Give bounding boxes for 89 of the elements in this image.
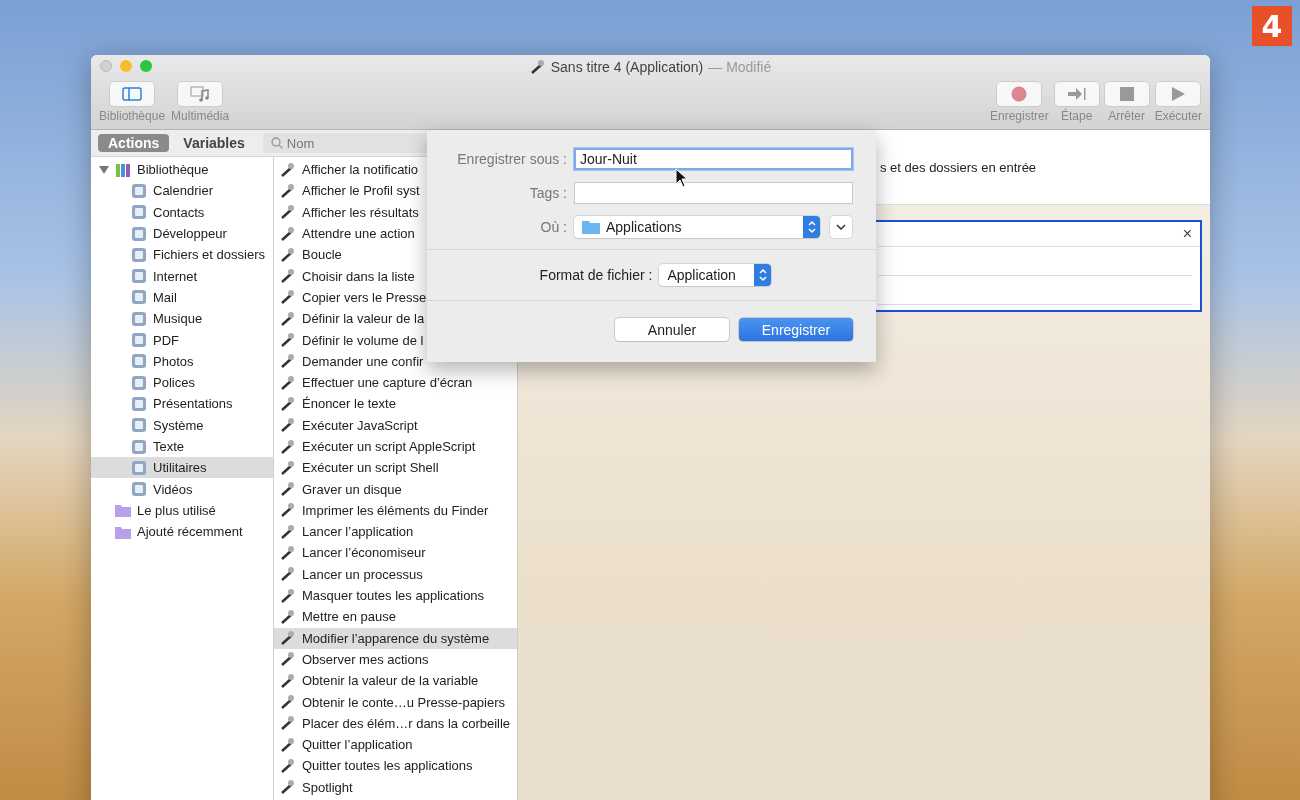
app-icon	[131, 289, 147, 306]
app-icon	[131, 310, 147, 327]
stepper-icon	[803, 216, 820, 238]
name-field[interactable]: Jour-Nuit	[574, 148, 853, 170]
close-icon[interactable]: ×	[1182, 225, 1192, 243]
cancel-button[interactable]: Annuler	[615, 318, 729, 341]
mouse-pointer-icon	[675, 168, 689, 188]
step-badge: 4	[1252, 6, 1292, 46]
field-label: Format de fichier :	[539, 267, 653, 283]
action-item[interactable]: Observer mes actions	[274, 648, 517, 671]
app-icon	[131, 481, 147, 498]
app-icon	[131, 225, 147, 242]
library-item[interactable]: Présentations	[91, 393, 273, 415]
library-item[interactable]: PDF	[91, 329, 273, 351]
window-title: Sans titre 4 (Application)	[550, 59, 704, 75]
library-item[interactable]: Texte	[91, 435, 273, 458]
music-note-icon	[190, 86, 211, 102]
location-popup[interactable]: Applications	[574, 216, 820, 238]
library-item[interactable]: Fichiers et dossiers	[91, 244, 273, 266]
action-item[interactable]: Exécuter un script Shell	[274, 457, 517, 479]
app-icon	[131, 204, 147, 221]
action-item[interactable]: Quitter toutes les applications	[274, 755, 517, 777]
expand-button[interactable]	[830, 216, 852, 238]
library-item[interactable]: Bibliothèque	[91, 159, 273, 181]
action-item[interactable]: Mettre en pause	[274, 606, 517, 628]
app-icon	[131, 459, 147, 476]
action-item[interactable]: Lancer l’économiseur	[274, 542, 517, 564]
stop-icon	[1118, 86, 1135, 102]
sidebar-icon	[122, 87, 143, 101]
field-label: Tags :	[528, 185, 567, 201]
library-item[interactable]: Photos	[91, 350, 273, 372]
library-item[interactable]: Calendrier	[91, 180, 273, 202]
library-item[interactable]: Polices	[91, 371, 273, 394]
action-item[interactable]: Lancer un processus	[274, 563, 517, 585]
action-item[interactable]: Lancer l’application	[274, 521, 517, 543]
library-item[interactable]: Ajouté récemment	[91, 521, 273, 543]
library-item[interactable]: Internet	[91, 265, 273, 287]
search-icon	[270, 137, 283, 149]
modified-label: — Modifié	[708, 59, 772, 75]
app-icon	[131, 268, 147, 285]
library-item[interactable]: Utilitaires	[91, 457, 273, 479]
action-item[interactable]: Effectuer une capture d’écran	[274, 371, 517, 394]
format-popup[interactable]: Application	[659, 264, 772, 286]
library-item[interactable]: Vidéos	[91, 478, 273, 500]
action-item[interactable]: Masquer toutes les applications	[274, 584, 517, 607]
minimize-button[interactable]	[120, 60, 132, 72]
library-item[interactable]: Mail	[91, 286, 273, 309]
folder-icon	[115, 524, 131, 539]
field-label: Enregistrer sous :	[456, 151, 567, 167]
action-item[interactable]: Imprimer les éléments du Finder	[274, 499, 517, 522]
app-icon	[131, 353, 147, 370]
app-icon	[131, 332, 147, 348]
zoom-button[interactable]	[140, 60, 152, 72]
field-label: Où :	[539, 219, 567, 235]
app-icon	[131, 246, 147, 263]
books-icon	[115, 161, 131, 178]
library-item[interactable]: Musique	[91, 308, 273, 330]
action-item[interactable]: Obtenir le conte…u Presse-papiers	[274, 691, 517, 713]
record-icon	[1011, 86, 1028, 102]
chevron-down-icon	[836, 224, 846, 230]
app-icon	[131, 182, 147, 199]
action-item[interactable]: Spotlight	[274, 776, 517, 798]
disclosure-triangle-icon[interactable]	[99, 164, 109, 175]
save-button[interactable]: Enregistrer	[739, 318, 853, 341]
input-description: s et des dossiers en entrée	[880, 159, 1037, 175]
app-icon	[131, 417, 147, 434]
folder-icon	[115, 503, 131, 518]
action-item[interactable]: Obtenir la valeur de la variable	[274, 670, 517, 692]
action-item[interactable]: Graver un disque	[274, 478, 517, 500]
library-item[interactable]: Le plus utilisé	[91, 499, 273, 522]
close-button[interactable]	[100, 60, 112, 72]
action-item[interactable]: Modifier l’apparence du système	[274, 627, 517, 649]
app-icon	[131, 395, 147, 412]
library-item[interactable]: Développeur	[91, 222, 273, 245]
stepper-icon	[754, 264, 772, 286]
tags-field[interactable]	[574, 182, 853, 204]
library-item[interactable]: Système	[91, 414, 273, 436]
action-item[interactable]: Exécuter un script AppleScript	[274, 435, 517, 458]
folder-icon	[582, 220, 600, 234]
action-item[interactable]: Placer des élém…r dans la corbeille	[274, 712, 517, 734]
action-item[interactable]: Énoncer le texte	[274, 393, 517, 415]
step-arrow-icon	[1066, 87, 1087, 101]
app-icon	[131, 374, 147, 391]
action-item[interactable]: Exécuter JavaScript	[274, 414, 517, 436]
segment-tab[interactable]: Variables	[173, 134, 255, 152]
library-item[interactable]: Contacts	[91, 201, 273, 223]
action-item[interactable]: Quitter l’application	[274, 734, 517, 756]
play-icon	[1170, 86, 1187, 102]
app-icon	[131, 438, 147, 455]
